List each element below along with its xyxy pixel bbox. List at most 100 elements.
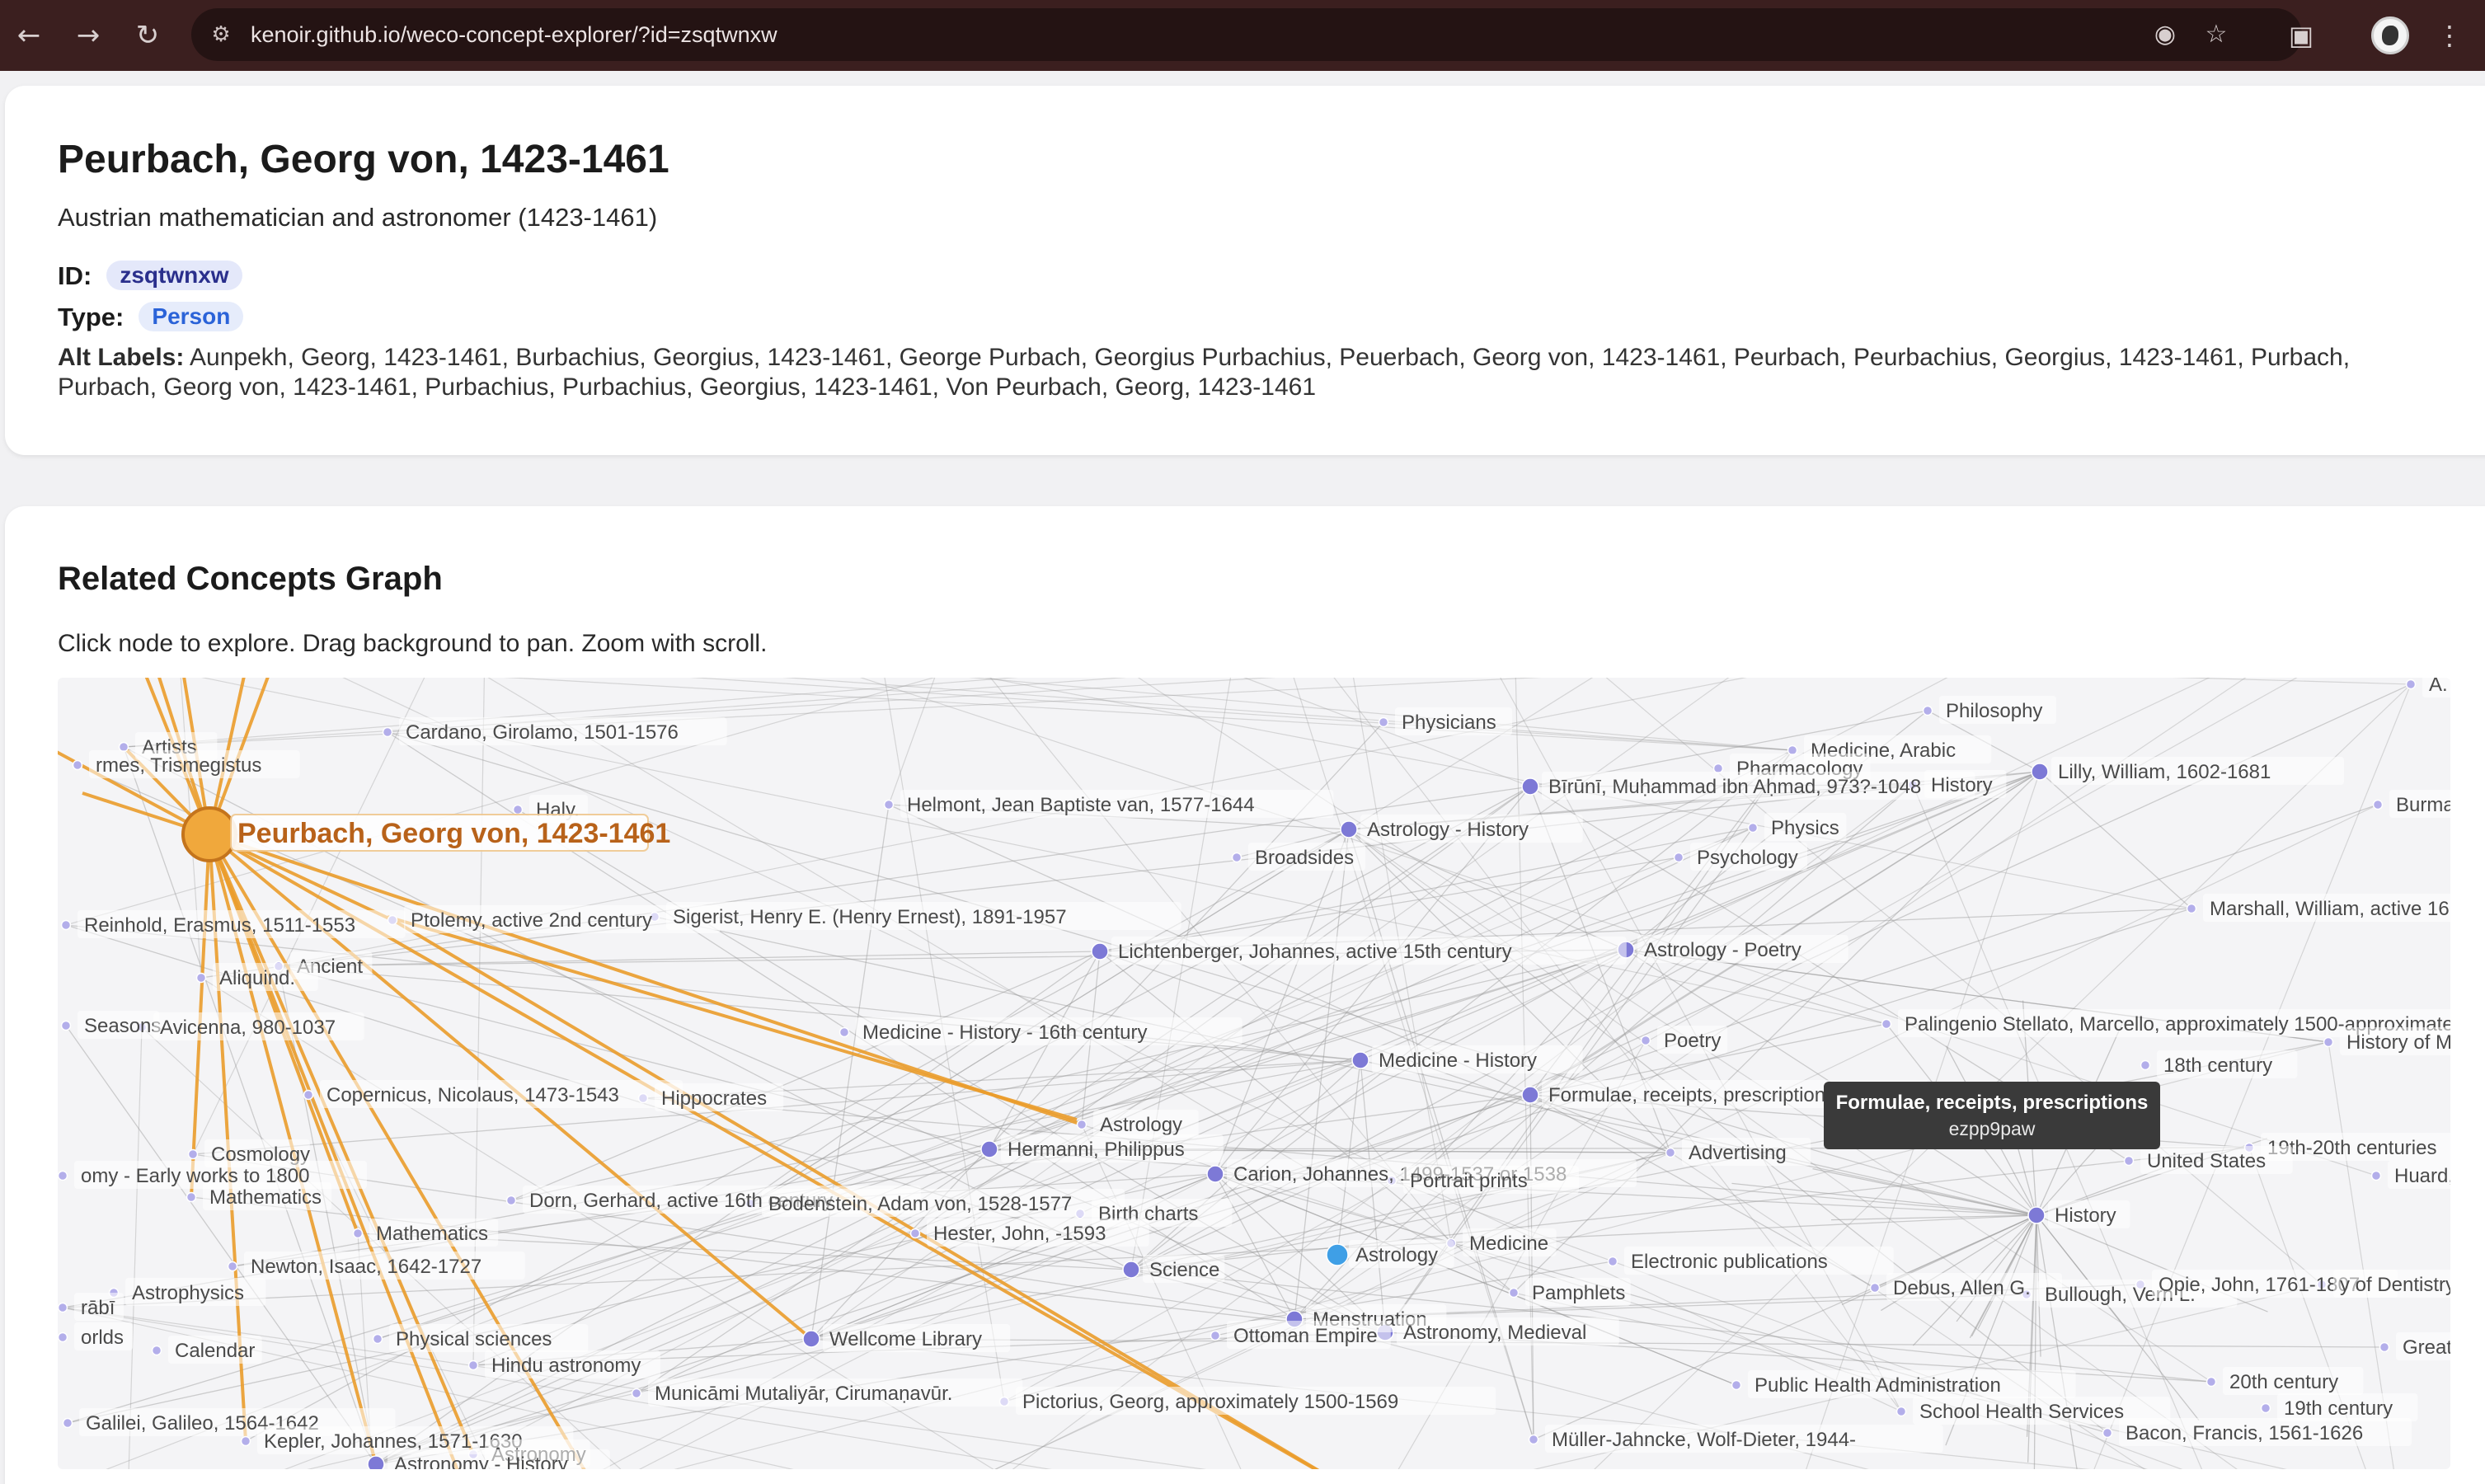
graph-edge xyxy=(810,804,2379,1340)
id-label: ID: xyxy=(58,261,92,290)
graph-edge xyxy=(1214,1173,1737,1386)
graph-card: Related Concepts Graph Click node to exp… xyxy=(5,506,2485,1484)
graph-edge xyxy=(278,965,1361,1061)
graph-node-label: Astrology xyxy=(1100,1114,1182,1136)
concept-card: Peurbach, Georg von, 1423-1461 Austrian … xyxy=(5,86,2485,455)
graph-node xyxy=(1869,1282,1881,1294)
graph-node-label: Hester, John, -1593 xyxy=(933,1223,1106,1245)
graph-node-label: Philosophy xyxy=(1946,700,2042,722)
graph-node-label: Newton, Isaac, 1642-1727 xyxy=(251,1256,481,1278)
graph-node-label: Müller-Jahncke, Wolf-Dieter, 1944- xyxy=(1552,1429,1856,1451)
graph-node-label: Burman, Ch xyxy=(2396,794,2450,816)
graph-node-label: Medicine xyxy=(1469,1233,1548,1255)
graph-svg[interactable]: Artistsrmes, TrismegistusCardano, Girola… xyxy=(58,678,2450,1469)
graph-node-label: Astronomy - History xyxy=(394,1453,568,1469)
graph-node-label: Pamphlets xyxy=(1532,1282,1625,1304)
graph-node-label: Seasons xyxy=(84,1015,161,1037)
graph-node-label: Kepler, Johannes, 1571-1630 xyxy=(264,1430,523,1453)
profile-avatar[interactable] xyxy=(2371,16,2409,54)
graph-node xyxy=(1521,1086,1539,1104)
graph-edge xyxy=(278,951,1101,967)
graph-node-label: 18th century xyxy=(2163,1054,2272,1077)
graph-node xyxy=(1528,1434,1539,1445)
id-badge: zsqtwnxw xyxy=(106,261,242,290)
graph-edge xyxy=(989,951,1101,1150)
graph-node xyxy=(1607,1256,1618,1267)
graph-node-label: Science xyxy=(1149,1259,1219,1281)
graph-node xyxy=(60,1020,72,1031)
graph-node xyxy=(802,1330,820,1348)
graph-node-label: Medicine - History xyxy=(1379,1050,1537,1072)
tooltip-title: Formulae, receipts, prescriptions xyxy=(1835,1092,2149,1114)
graph-node-label: 20th century xyxy=(2229,1371,2338,1393)
arrow-left-icon[interactable]: ← xyxy=(8,15,49,56)
graph-node xyxy=(2186,903,2197,914)
graph-node xyxy=(1640,1035,1651,1046)
graph-node-label: United States xyxy=(2147,1150,2266,1172)
focus-node xyxy=(181,806,237,862)
star-icon[interactable]: ☆ xyxy=(2200,18,2233,51)
type-row: Type: Person xyxy=(58,302,244,332)
extensions-icon[interactable]: ▣ xyxy=(2281,15,2322,56)
graph-node xyxy=(382,726,393,738)
graph-node xyxy=(839,1026,850,1038)
graph-node-label: Medicine - History - 16th century xyxy=(862,1021,1147,1044)
graph-node xyxy=(2405,679,2417,690)
graph-node xyxy=(1673,852,1684,863)
graph-node xyxy=(1508,1287,1520,1298)
graph-edge xyxy=(278,965,377,1465)
graph-node-label: Public Health Administration xyxy=(1755,1374,2001,1397)
graph-node xyxy=(1521,777,1539,796)
arrow-right-icon[interactable]: → xyxy=(68,15,109,56)
graph-edge xyxy=(1830,1214,2037,1221)
graph-node xyxy=(72,759,83,771)
graph-node xyxy=(1712,763,1724,774)
type-label: Type: xyxy=(58,303,124,331)
browser-toolbar: ← → ↻ ⚙ kenoir.github.io/weco-concept-ex… xyxy=(0,0,2485,71)
graph-node xyxy=(1206,1165,1224,1183)
kebab-menu-icon[interactable]: ⋮ xyxy=(2429,15,2470,56)
graph-node-label: Physicians xyxy=(1402,711,1496,734)
graph-edge xyxy=(888,678,936,805)
graph-node xyxy=(60,919,72,931)
graph-node xyxy=(2123,1155,2135,1167)
graph-node-label: Debus, Allen G. xyxy=(1893,1277,2031,1299)
url-text[interactable]: kenoir.github.io/weco-concept-explorer/?… xyxy=(251,8,777,61)
graph-canvas[interactable]: Artists rmes, Trismegistus Cardano, Girola… xyxy=(58,678,2450,1469)
graph-node-label: Wellcome Library xyxy=(829,1328,982,1350)
graph-edge xyxy=(2039,771,2192,909)
graph-node xyxy=(1895,1406,1907,1417)
graph-node xyxy=(1076,1119,1087,1130)
graph-node-label: Cardano, Girolamo, 1501-1576 xyxy=(406,721,679,744)
address-bar[interactable]: ⚙ kenoir.github.io/weco-concept-explorer… xyxy=(191,8,2302,61)
tooltip-id: ezpp9paw xyxy=(1948,1118,2036,1139)
graph-node-label: Avicenna, 980-1037 xyxy=(160,1017,336,1039)
graph-node-label: Mathematics xyxy=(376,1223,488,1245)
graph-node xyxy=(1091,942,1109,960)
graph-node xyxy=(512,804,524,815)
graph-node-label: Astrology - History xyxy=(1367,819,1529,841)
graph-node xyxy=(883,799,895,810)
graph-node-label: Municāmi Mutaliyār, Cirumaṇavūr. xyxy=(655,1383,952,1405)
graph-node-label: Bīrūnī, Muḥammad ibn Aḥmad, 973?-1048 xyxy=(1548,776,1921,798)
node-tooltip: Formulae, receipts, prescriptions ezpp9p… xyxy=(1824,1082,2160,1149)
graph-node-label: Sigerist, Henry E. (Henry Ernest), 1891-… xyxy=(673,906,1067,928)
graph-node-label: Bacon, Francis, 1561-1626 xyxy=(2126,1422,2363,1444)
type-badge: Person xyxy=(139,302,244,331)
graph-node xyxy=(2027,1206,2046,1224)
graph-node xyxy=(980,1140,998,1158)
graph-node xyxy=(909,1228,921,1239)
graph-node-label: Lilly, William, 1602-1681 xyxy=(2058,761,2271,783)
graph-node xyxy=(227,1261,238,1272)
graph-node-label: Hindu astronomy xyxy=(491,1355,641,1377)
graph-node xyxy=(58,1170,68,1181)
reload-icon[interactable]: ↻ xyxy=(127,15,168,56)
eye-icon[interactable]: ◉ xyxy=(2149,18,2182,51)
graph-node xyxy=(1122,1261,1140,1279)
graph-node-label: Hippocrates xyxy=(661,1087,767,1110)
graph-node xyxy=(1378,716,1389,728)
graph-node xyxy=(2372,799,2384,810)
site-settings-icon[interactable]: ⚙ xyxy=(206,20,236,49)
graph-node-label: Astrology - Poetry xyxy=(1644,939,1802,961)
graph-node xyxy=(2379,1341,2390,1353)
